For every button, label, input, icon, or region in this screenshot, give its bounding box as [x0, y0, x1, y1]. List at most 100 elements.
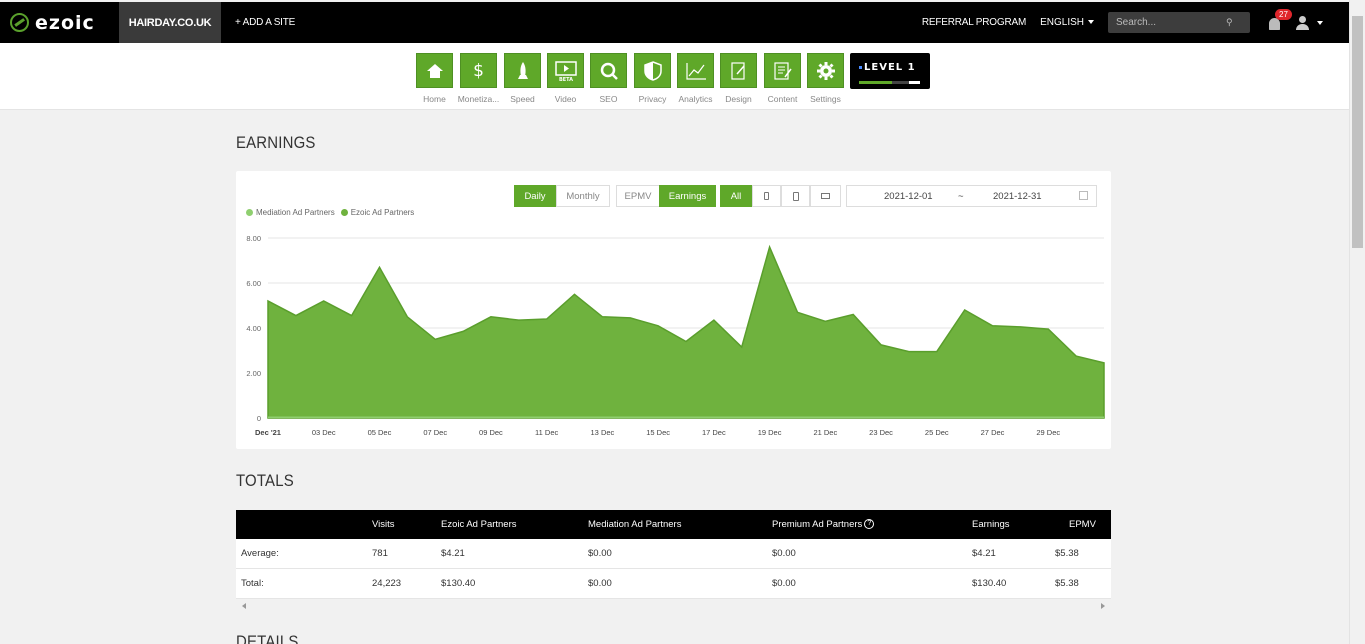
header-epmv[interactable]: EPMV — [1069, 519, 1096, 530]
level-dot — [859, 66, 862, 69]
app-navigation: Home $ Monetiza... Speed BETA Video SEO Privacy… — [0, 43, 1349, 110]
ezoic-logo[interactable]: ezoic — [0, 2, 119, 43]
language-label: ENGLISH — [1040, 17, 1084, 28]
user-menu[interactable] — [1296, 16, 1323, 30]
cell-mediation: $0.00 — [588, 548, 612, 559]
scrollbar-thumb[interactable] — [1352, 16, 1363, 248]
line-chart-icon[interactable] — [677, 53, 714, 88]
x-tick-label: 27 Dec — [981, 428, 1005, 437]
x-tick-label: 11 Dec — [535, 428, 558, 437]
cell-epmv: $5.38 — [1055, 578, 1079, 589]
y-tick-label: 2.00 — [246, 369, 261, 378]
x-tick-label: 21 Dec — [813, 428, 837, 437]
x-tick-label: Dec '21 — [255, 428, 281, 437]
x-tick-label: 09 Dec — [479, 428, 503, 437]
earnings-card: Daily Monthly EPMV Earnings All 2021-12-… — [236, 171, 1111, 449]
app-home[interactable]: Home — [416, 53, 453, 104]
row-label: Average: — [241, 548, 279, 559]
video-icon[interactable]: BETA — [547, 53, 584, 88]
header-mediation[interactable]: Mediation Ad Partners — [588, 519, 681, 530]
magnifier-icon[interactable] — [590, 53, 627, 88]
logo-text: ezoic — [35, 11, 95, 34]
y-tick-label: 4.00 — [246, 324, 261, 333]
series-area-ezoic — [267, 244, 1105, 419]
x-tick-label: 07 Dec — [423, 428, 447, 437]
table-row: Total: 24,223 $130.40 $0.00 $0.00 $130.4… — [236, 569, 1111, 599]
cell-ezoic: $4.21 — [441, 548, 465, 559]
cell-visits: 24,223 — [372, 578, 402, 589]
app-analytics[interactable]: Analytics — [677, 53, 714, 104]
home-icon[interactable] — [416, 53, 453, 88]
user-icon — [1296, 16, 1309, 30]
details-title: DETAILS — [236, 632, 299, 644]
app-seo[interactable]: SEO — [590, 53, 627, 104]
header-ezoic[interactable]: Ezoic Ad Partners — [441, 519, 517, 530]
header-premium[interactable]: Premium Ad Partners? — [772, 519, 875, 530]
x-tick-label: 13 Dec — [591, 428, 615, 437]
search-box[interactable]: ⚲ — [1108, 12, 1250, 33]
add-site-link[interactable]: + ADD A SITE — [235, 17, 295, 28]
totals-table: Visits Ezoic Ad Partners Mediation Ad Pa… — [236, 510, 1111, 615]
scroll-right-icon[interactable] — [1101, 603, 1105, 609]
cell-premium: $0.00 — [772, 548, 796, 559]
language-selector[interactable]: ENGLISH — [1040, 17, 1094, 28]
y-tick-label: 0 — [257, 414, 261, 423]
referral-program-link[interactable]: REFERRAL PROGRAM — [922, 17, 1026, 28]
app-monetiza[interactable]: $ Monetiza... — [458, 53, 499, 104]
level-badge[interactable]: LEVEL 1 — [850, 53, 930, 89]
cell-mediation: $0.00 — [588, 578, 612, 589]
help-icon[interactable]: ? — [864, 519, 875, 530]
series-area-mediation — [268, 416, 1104, 418]
app-speed[interactable]: Speed — [504, 53, 541, 104]
top-bar: ezoic HAIRDAY.CO.UK + ADD A SITE REFERRA… — [0, 2, 1349, 43]
dollar-icon[interactable]: $ — [460, 53, 497, 88]
header-visits[interactable]: Visits — [372, 519, 395, 530]
cell-earnings: $130.40 — [972, 578, 1007, 589]
notification-count-badge: 27 — [1275, 8, 1292, 20]
search-icon[interactable]: ⚲ — [1226, 17, 1233, 28]
app-label: Settings — [810, 94, 841, 104]
cell-visits: 781 — [372, 548, 388, 559]
x-tick-label: 03 Dec — [312, 428, 336, 437]
x-tick-label: 29 Dec — [1036, 428, 1060, 437]
document-icon[interactable] — [764, 53, 801, 88]
app-settings[interactable]: Settings — [807, 53, 844, 104]
x-tick-label: 17 Dec — [702, 428, 726, 437]
app-video[interactable]: BETA Video — [547, 53, 584, 104]
level-label: LEVEL 1 — [864, 62, 916, 73]
cell-ezoic: $130.40 — [441, 578, 476, 589]
app-content[interactable]: Content — [764, 53, 801, 104]
scroll-left-icon[interactable] — [242, 603, 246, 609]
rocket-icon[interactable] — [504, 53, 541, 88]
search-input[interactable] — [1116, 17, 1226, 28]
level-progress-bar — [859, 81, 920, 84]
site-selector[interactable]: HAIRDAY.CO.UK — [119, 2, 221, 43]
design-icon[interactable] — [720, 53, 757, 88]
x-tick-label: 23 Dec — [869, 428, 893, 437]
earnings-title: EARNINGS — [236, 133, 316, 152]
earnings-chart: 0 2.00 4.00 6.00 8.00 Dec '21 03 Dec 05 Dec 07 D… — [246, 234, 1105, 437]
shield-icon[interactable] — [634, 53, 671, 88]
horizontal-scrollbar[interactable] — [236, 599, 1111, 615]
app-privacy[interactable]: Privacy — [634, 53, 671, 104]
header-earnings[interactable]: Earnings — [972, 519, 1010, 530]
notifications-button[interactable]: 27 — [1268, 8, 1292, 31]
ezoic-logo-icon — [10, 13, 29, 32]
table-row: Average: 781 $4.21 $0.00 $0.00 $4.21 $5.… — [236, 539, 1111, 569]
x-tick-label: 25 Dec — [925, 428, 949, 437]
gear-icon[interactable] — [807, 53, 844, 88]
header-premium-label: Premium Ad Partners — [772, 519, 863, 530]
app-design[interactable]: Design — [720, 53, 757, 104]
table-header: Visits Ezoic Ad Partners Mediation Ad Pa… — [236, 510, 1111, 539]
y-tick-label: 6.00 — [246, 279, 261, 288]
svg-text:BETA: BETA — [558, 77, 572, 82]
totals-title: TOTALS — [236, 471, 294, 490]
cell-earnings: $4.21 — [972, 548, 996, 559]
cell-epmv: $5.38 — [1055, 548, 1079, 559]
x-tick-label: 05 Dec — [368, 428, 392, 437]
x-tick-label: 15 Dec — [646, 428, 670, 437]
row-label: Total: — [241, 578, 264, 589]
chevron-down-icon — [1088, 20, 1094, 25]
vertical-scrollbar[interactable] — [1349, 0, 1365, 644]
y-tick-label: 8.00 — [246, 234, 261, 243]
